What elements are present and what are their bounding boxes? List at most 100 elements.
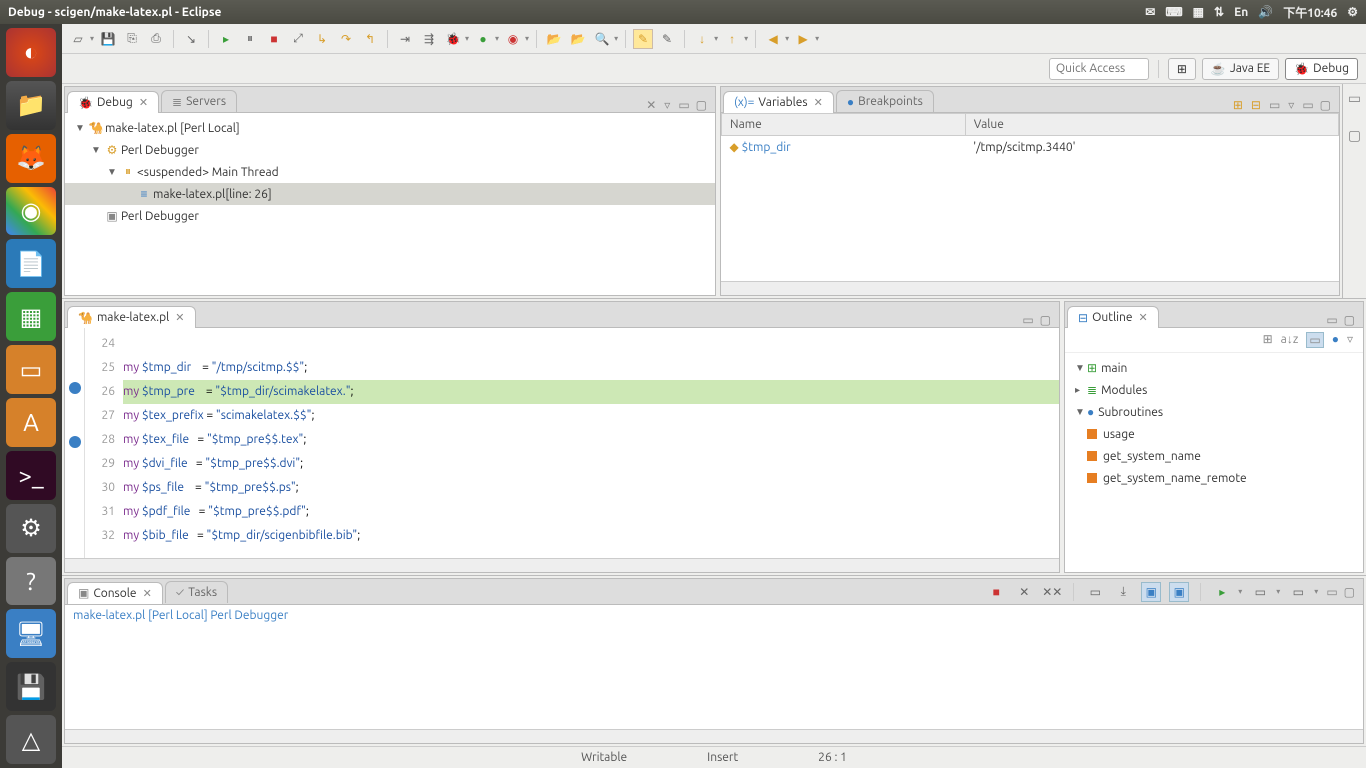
console-terminate-button[interactable]: ■ xyxy=(986,582,1006,602)
open-type-button[interactable]: 📂 xyxy=(544,29,564,49)
launcher-writer-icon[interactable]: 📄 xyxy=(6,239,56,288)
launcher-settings-icon[interactable]: ⚙ xyxy=(6,504,56,553)
outline-link-button[interactable]: ● xyxy=(1332,332,1339,348)
console-new-button[interactable]: ▭ xyxy=(1288,582,1308,602)
new-button[interactable]: ▱ xyxy=(68,29,88,49)
open-perspective-button[interactable]: ⊞ xyxy=(1168,58,1196,80)
launcher-impress-icon[interactable]: ▭ xyxy=(6,345,56,394)
skip-breakpoints-button[interactable]: ↘ xyxy=(181,29,201,49)
close-icon[interactable]: ✕ xyxy=(143,587,152,600)
vars-collapse-button[interactable]: ⊟ xyxy=(1251,98,1261,112)
calendar-icon[interactable]: ▦ xyxy=(1193,5,1204,19)
step-return-button[interactable]: ↰ xyxy=(360,29,380,49)
launcher-help-icon[interactable]: ? xyxy=(6,557,56,606)
fast-view-icon[interactable]: ▢ xyxy=(1348,127,1361,144)
debug-tree-item[interactable]: ▣Perl Debugger xyxy=(65,205,715,227)
close-icon[interactable]: ✕ xyxy=(175,311,184,324)
launcher-terminal-icon[interactable]: >_ xyxy=(6,451,56,500)
tab-outline[interactable]: ⊟Outline✕ xyxy=(1067,306,1159,328)
gear-icon[interactable]: ⚙ xyxy=(1347,5,1358,19)
debug-remove-button[interactable]: ✕ xyxy=(646,98,656,112)
tab-servers[interactable]: ≣Servers xyxy=(161,90,237,112)
close-icon[interactable]: ✕ xyxy=(139,96,148,109)
keyboard-icon[interactable]: ⌨ xyxy=(1165,5,1182,19)
mail-icon[interactable]: ✉ xyxy=(1145,5,1155,19)
outline-sort-button[interactable]: ⊞ xyxy=(1263,332,1273,348)
back-button[interactable]: ◀ xyxy=(763,29,783,49)
debug-menu-button[interactable]: ▿ xyxy=(664,98,670,112)
network-icon[interactable]: ⇅ xyxy=(1214,5,1224,19)
tab-variables[interactable]: (x)=Variables✕ xyxy=(723,91,834,113)
console-pin-button[interactable]: ▣ xyxy=(1141,582,1161,602)
vars-menu-button[interactable]: ▿ xyxy=(1288,98,1294,112)
console-remove-button[interactable]: ✕ xyxy=(1014,582,1034,602)
console-scroll-button[interactable]: ⤓ xyxy=(1113,582,1133,602)
open-task-button[interactable]: 📂 xyxy=(568,29,588,49)
step-into-button[interactable]: ↳ xyxy=(312,29,332,49)
debug-button[interactable]: 🐞 xyxy=(443,29,463,49)
step-over-button[interactable]: ↷ xyxy=(336,29,356,49)
launcher-dash-icon[interactable]: ◐ xyxy=(6,28,56,77)
debug-stack-frame[interactable]: ≡make-latex.pl[line: 26] xyxy=(65,183,715,205)
console-show-button[interactable]: ▣ xyxy=(1169,582,1189,602)
save-all-button[interactable]: ⎘ xyxy=(122,29,142,49)
maximize-icon[interactable]: ▢ xyxy=(1040,313,1051,327)
quick-access-input[interactable] xyxy=(1049,58,1149,80)
outline-item[interactable]: ▼⊞main xyxy=(1065,357,1363,379)
drop-frame-button[interactable]: ⇥ xyxy=(395,29,415,49)
debug-tree-item[interactable]: ▼⏸<suspended> Main Thread xyxy=(65,161,715,183)
minimize-icon[interactable]: ▭ xyxy=(678,98,689,112)
perspective-debug[interactable]: 🐞Debug xyxy=(1285,58,1358,80)
variable-row[interactable]: ◆ $tmp_dir'/tmp/scitmp.3440' xyxy=(722,136,1339,159)
minimize-icon[interactable]: ▭ xyxy=(1302,98,1313,112)
vars-col-name[interactable]: Name xyxy=(722,114,966,136)
outline-item[interactable]: get_system_name xyxy=(1065,445,1363,467)
maximize-icon[interactable]: ▢ xyxy=(1320,98,1331,112)
maximize-icon[interactable]: ▢ xyxy=(1344,313,1355,327)
resume-button[interactable]: ▸ xyxy=(216,29,236,49)
print-button[interactable]: ⎙ xyxy=(146,29,166,49)
launcher-calc-icon[interactable]: ▦ xyxy=(6,292,56,341)
console-open-button[interactable]: ▸ xyxy=(1212,582,1232,602)
outline-item[interactable]: ▼●Subroutines xyxy=(1065,401,1363,423)
console-clear-button[interactable]: ▭ xyxy=(1085,582,1105,602)
editor-ruler[interactable] xyxy=(65,328,85,558)
launcher-chrome-icon[interactable]: ◉ xyxy=(6,187,56,236)
outline-item[interactable]: ▸≣Modules xyxy=(1065,379,1363,401)
close-icon[interactable]: ✕ xyxy=(1138,311,1147,324)
launcher-software-icon[interactable]: A xyxy=(6,398,56,447)
suspend-button[interactable]: ⏸ xyxy=(240,29,260,49)
debug-tree-item[interactable]: ▼🐪make-latex.pl [Perl Local] xyxy=(65,117,715,139)
minimize-icon[interactable]: ▭ xyxy=(1022,313,1033,327)
close-icon[interactable]: ✕ xyxy=(814,96,823,109)
console-display-button[interactable]: ▭ xyxy=(1250,582,1270,602)
save-button[interactable]: 💾 xyxy=(98,29,118,49)
terminate-button[interactable]: ■ xyxy=(264,29,284,49)
launcher-display-icon[interactable]: 🖥 xyxy=(6,609,56,658)
tab-breakpoints[interactable]: ●Breakpoints xyxy=(836,90,934,112)
prev-annotation-button[interactable]: ↑ xyxy=(722,29,742,49)
annotation-button[interactable]: ✎ xyxy=(657,29,677,49)
debug-tree-item[interactable]: ▼⚙Perl Debugger xyxy=(65,139,715,161)
scrollbar-horizontal[interactable] xyxy=(65,729,1363,743)
outline-filter-button[interactable]: ▭ xyxy=(1306,332,1323,348)
minimize-icon[interactable]: ▭ xyxy=(1326,585,1337,599)
disconnect-button[interactable]: ⤢ xyxy=(288,29,308,49)
scrollbar-horizontal[interactable] xyxy=(65,558,1059,572)
outline-item[interactable]: usage xyxy=(1065,423,1363,445)
maximize-icon[interactable]: ▢ xyxy=(1344,585,1355,599)
launcher-firefox-icon[interactable]: 🦊 xyxy=(6,134,56,183)
code-editor[interactable]: 242526272829303132 my $tmp_dir = "/tmp/s… xyxy=(65,328,1059,558)
vars-layout-button[interactable]: ▭ xyxy=(1269,98,1280,112)
vars-tree-button[interactable]: ⊞ xyxy=(1233,98,1243,112)
launcher-files-icon[interactable]: 📁 xyxy=(6,81,56,130)
maximize-icon[interactable]: ▢ xyxy=(696,98,707,112)
coverage-button[interactable]: ◉ xyxy=(503,29,523,49)
console-removeall-button[interactable]: ✕✕ xyxy=(1042,582,1062,602)
step-filters-button[interactable]: ⇶ xyxy=(419,29,439,49)
vars-col-value[interactable]: Value xyxy=(965,114,1338,136)
launcher-workspace-icon[interactable]: △ xyxy=(6,715,56,764)
input-lang-indicator[interactable]: En xyxy=(1234,6,1248,19)
next-annotation-button[interactable]: ↓ xyxy=(692,29,712,49)
outline-item[interactable]: get_system_name_remote xyxy=(1065,467,1363,489)
